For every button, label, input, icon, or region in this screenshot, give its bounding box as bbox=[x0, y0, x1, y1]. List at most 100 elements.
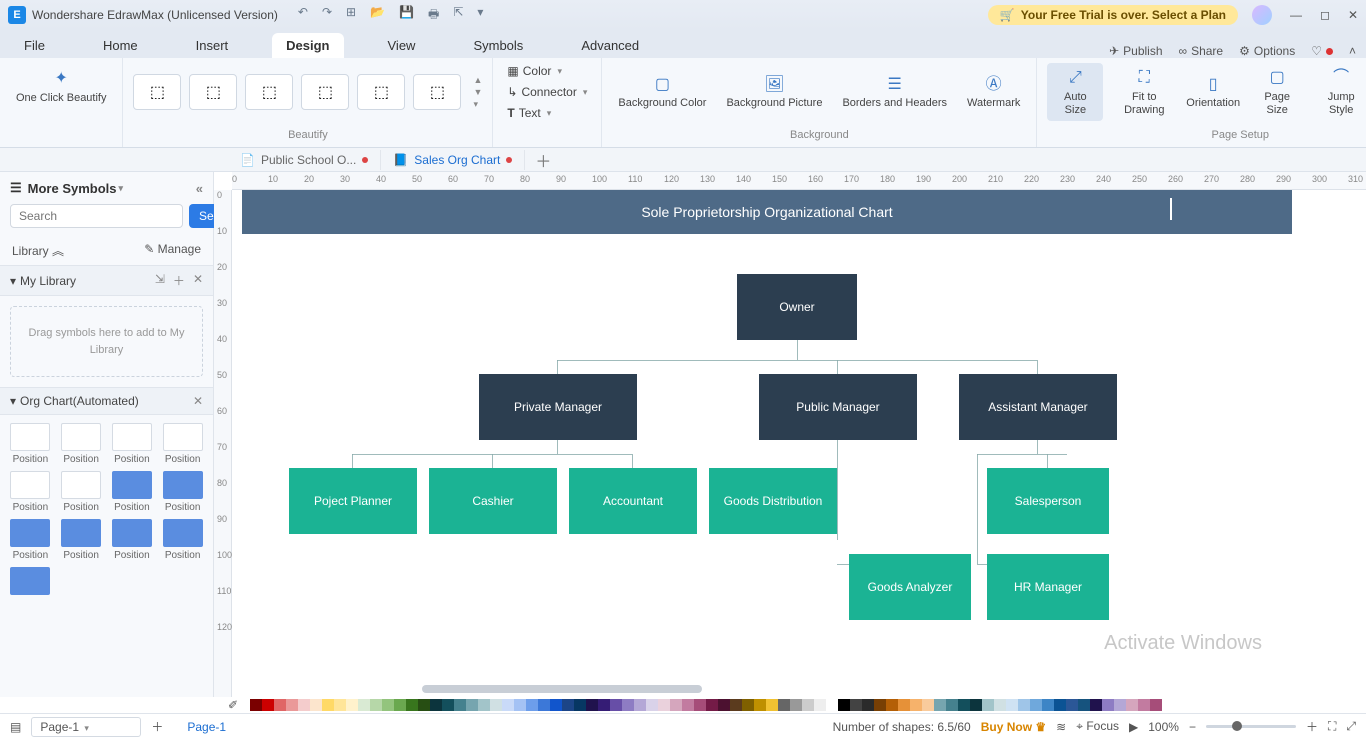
menu-view[interactable]: View bbox=[374, 33, 430, 58]
color-swatch[interactable] bbox=[1138, 699, 1150, 711]
color-swatch[interactable] bbox=[406, 699, 418, 711]
save-icon[interactable]: 💾 bbox=[399, 5, 414, 26]
orientation-button[interactable]: ▯Orientation bbox=[1185, 69, 1241, 114]
horizontal-scrollbar[interactable] bbox=[422, 685, 1326, 695]
color-swatch[interactable] bbox=[790, 699, 802, 711]
undo-icon[interactable]: ↶ bbox=[298, 5, 308, 26]
color-swatch[interactable] bbox=[886, 699, 898, 711]
import-icon[interactable]: ⇲ bbox=[155, 272, 165, 289]
minimize-icon[interactable]: — bbox=[1290, 8, 1302, 22]
shape-thumb[interactable] bbox=[10, 567, 50, 595]
trial-banner[interactable]: 🛒 Your Free Trial is over. Select a Plan bbox=[988, 5, 1238, 25]
color-swatch[interactable] bbox=[478, 699, 490, 711]
text-button[interactable]: T Text▾ bbox=[503, 104, 591, 122]
doc-tab-1[interactable]: 📄 Public School O... bbox=[228, 150, 381, 170]
buy-now-link[interactable]: Buy Now ♛ bbox=[981, 720, 1046, 734]
shape-thumb[interactable] bbox=[61, 471, 101, 499]
color-swatch[interactable] bbox=[610, 699, 622, 711]
theme-gallery[interactable]: ⬚ ⬚ ⬚ ⬚ ⬚ ⬚ bbox=[133, 74, 461, 110]
menu-symbols[interactable]: Symbols bbox=[459, 33, 537, 58]
options-button[interactable]: ⚙ Options bbox=[1239, 44, 1295, 58]
outline-toggle-icon[interactable]: ▤ bbox=[10, 720, 21, 734]
jump-style-button[interactable]: ⌒Jump Style bbox=[1313, 63, 1366, 121]
zoom-out-button[interactable]: − bbox=[1189, 720, 1196, 734]
node-accountant[interactable]: Accountant bbox=[569, 468, 697, 534]
theme-thumb[interactable]: ⬚ bbox=[133, 74, 181, 110]
color-swatch[interactable] bbox=[622, 699, 634, 711]
shape-thumb[interactable] bbox=[112, 471, 152, 499]
color-swatch[interactable] bbox=[514, 699, 526, 711]
color-swatch[interactable] bbox=[1066, 699, 1078, 711]
color-swatch[interactable] bbox=[730, 699, 742, 711]
collapse-sidebar-icon[interactable]: « bbox=[196, 181, 203, 196]
org-chart-section[interactable]: ▾ Org Chart(Automated) ✕ bbox=[0, 387, 213, 415]
fit-page-icon[interactable]: ⛶ bbox=[1328, 719, 1336, 734]
color-swatch[interactable] bbox=[250, 699, 262, 711]
layers-icon[interactable]: ≋ bbox=[1056, 720, 1066, 734]
gallery-more-icon[interactable]: ▾ bbox=[473, 99, 482, 110]
library-link[interactable]: Library ︽ bbox=[12, 242, 64, 259]
shape-thumb[interactable] bbox=[10, 471, 50, 499]
color-swatch[interactable] bbox=[586, 699, 598, 711]
bg-color-button[interactable]: ▢Background Color bbox=[612, 69, 712, 114]
zoom-in-button[interactable]: ＋ bbox=[1306, 718, 1318, 735]
add-icon[interactable]: ＋ bbox=[173, 272, 185, 289]
color-swatch[interactable] bbox=[826, 699, 838, 711]
color-swatch[interactable] bbox=[994, 699, 1006, 711]
color-swatch[interactable] bbox=[1006, 699, 1018, 711]
color-swatch[interactable] bbox=[562, 699, 574, 711]
one-click-beautify-button[interactable]: ✦ One Click Beautify bbox=[10, 64, 112, 109]
shape-thumb[interactable] bbox=[163, 423, 203, 451]
color-swatch[interactable] bbox=[646, 699, 658, 711]
page-tab[interactable]: Page-1 bbox=[173, 720, 240, 734]
color-swatch[interactable] bbox=[394, 699, 406, 711]
color-swatch[interactable] bbox=[682, 699, 694, 711]
notifications-icon[interactable]: ♡ bbox=[1311, 44, 1333, 58]
color-swatch[interactable] bbox=[262, 699, 274, 711]
color-swatch[interactable] bbox=[322, 699, 334, 711]
color-swatch[interactable] bbox=[946, 699, 958, 711]
menu-home[interactable]: Home bbox=[89, 33, 152, 58]
theme-thumb[interactable]: ⬚ bbox=[189, 74, 237, 110]
gallery-down-icon[interactable]: ▼ bbox=[473, 87, 482, 97]
connector-button[interactable]: ↳ Connector▾ bbox=[503, 83, 591, 101]
color-swatch[interactable] bbox=[634, 699, 646, 711]
color-swatch[interactable] bbox=[1114, 699, 1126, 711]
color-swatch[interactable] bbox=[1078, 699, 1090, 711]
open-icon[interactable]: 📂 bbox=[370, 5, 385, 26]
color-swatch[interactable] bbox=[802, 699, 814, 711]
color-swatch[interactable] bbox=[970, 699, 982, 711]
fit-drawing-button[interactable]: ⛶Fit to Drawing bbox=[1111, 63, 1177, 121]
color-swatch[interactable] bbox=[1102, 699, 1114, 711]
more-symbols-button[interactable]: ☰ More Symbols▾« bbox=[0, 172, 213, 204]
color-swatch[interactable] bbox=[1030, 699, 1042, 711]
page-selector[interactable]: Page-1 ▾ bbox=[31, 717, 141, 737]
presentation-icon[interactable]: ▶ bbox=[1129, 720, 1138, 734]
node-private-manager[interactable]: Private Manager bbox=[479, 374, 637, 440]
color-swatch[interactable] bbox=[766, 699, 778, 711]
shape-thumb[interactable] bbox=[10, 519, 50, 547]
color-swatch[interactable] bbox=[382, 699, 394, 711]
shape-thumb[interactable] bbox=[163, 471, 203, 499]
color-swatch[interactable] bbox=[718, 699, 730, 711]
manage-link[interactable]: ✎ Manage bbox=[144, 242, 201, 259]
my-library-section[interactable]: ▾ My Library ⇲＋✕ bbox=[0, 265, 213, 296]
color-swatch[interactable] bbox=[706, 699, 718, 711]
shape-thumb[interactable] bbox=[61, 519, 101, 547]
color-swatch[interactable] bbox=[550, 699, 562, 711]
node-project-planner[interactable]: Poject Planner bbox=[289, 468, 417, 534]
color-swatch[interactable] bbox=[358, 699, 370, 711]
auto-size-button[interactable]: ⤢Auto Size bbox=[1047, 63, 1103, 121]
color-swatch[interactable] bbox=[850, 699, 862, 711]
doc-tab-2[interactable]: 📘 Sales Org Chart bbox=[381, 150, 525, 170]
theme-thumb[interactable]: ⬚ bbox=[357, 74, 405, 110]
shape-thumb[interactable] bbox=[112, 519, 152, 547]
node-public-manager[interactable]: Public Manager bbox=[759, 374, 917, 440]
color-swatch[interactable] bbox=[754, 699, 766, 711]
color-button[interactable]: ▦ Color▾ bbox=[503, 62, 591, 80]
shape-thumb[interactable] bbox=[10, 423, 50, 451]
color-swatch[interactable] bbox=[778, 699, 790, 711]
maximize-icon[interactable]: ◻ bbox=[1320, 8, 1330, 22]
color-swatch[interactable] bbox=[1150, 699, 1162, 711]
add-tab-button[interactable]: ＋ bbox=[525, 148, 561, 172]
